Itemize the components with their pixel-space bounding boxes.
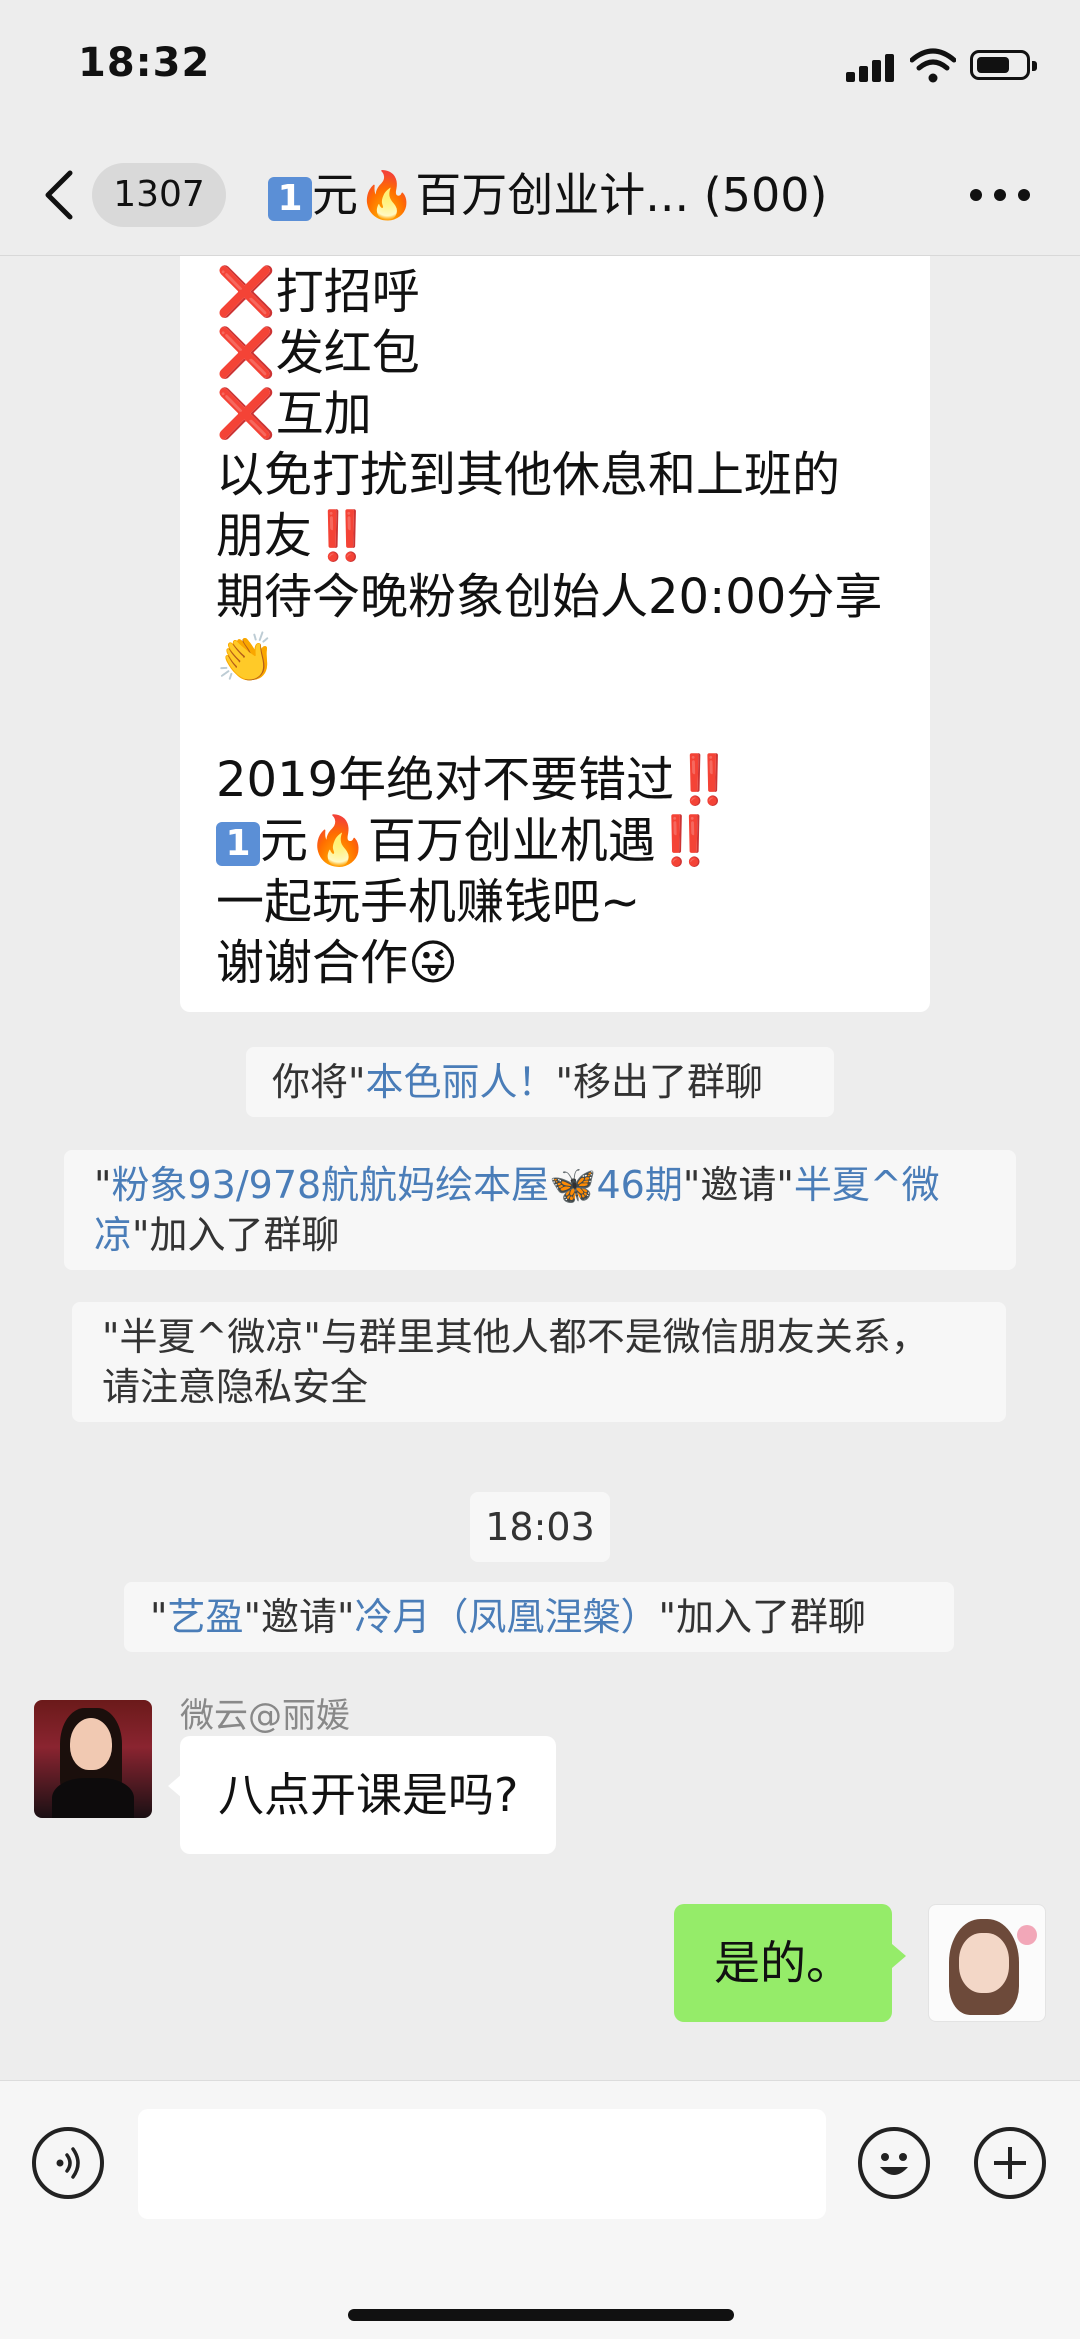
double-exclamation-icon: ‼️: [655, 813, 716, 869]
message-bubble[interactable]: ❌打招呼 ❌发红包 ❌互加 以免打扰到其他休息和上班的 朋友‼️ 期待今晚粉象创…: [180, 256, 930, 1012]
member-name-link[interactable]: 粉象93/978航航妈绘本屋🦋46期: [111, 1163, 682, 1207]
fire-icon: 🔥: [358, 168, 416, 222]
message-text: ❌打招呼 ❌发红包 ❌互加 以免打扰到其他休息和上班的 朋友‼️ 期待今晚粉象创…: [216, 264, 883, 991]
battery-icon: [970, 50, 1037, 80]
incoming-message[interactable]: 八点开课是吗?: [180, 1736, 557, 1854]
fire-icon: 🔥: [308, 813, 368, 869]
bubble-tail: [892, 1944, 906, 1968]
my-avatar[interactable]: [928, 1904, 1046, 2022]
time-divider: 18:03: [470, 1492, 610, 1562]
sender-avatar[interactable]: [34, 1700, 152, 1818]
wifi-icon: [910, 48, 956, 83]
double-exclamation-icon: ‼️: [674, 752, 734, 808]
input-bar: [0, 2080, 1080, 2339]
chat-area[interactable]: ❌打招呼 ❌发红包 ❌互加 以免打扰到其他休息和上班的 朋友‼️ 期待今晚粉象创…: [0, 256, 1080, 2080]
double-exclamation-icon: ‼️: [312, 508, 372, 564]
unread-count-badge[interactable]: 1307: [92, 163, 226, 227]
voice-icon[interactable]: [32, 2127, 104, 2199]
outgoing-message[interactable]: 是的。: [674, 1904, 892, 2022]
member-name-link[interactable]: 本色丽人！: [365, 1060, 555, 1104]
plus-icon[interactable]: [974, 2127, 1046, 2199]
keycap-one-icon: 1: [216, 822, 260, 866]
home-indicator[interactable]: [348, 2309, 734, 2321]
system-notice: 你将"本色丽人！"移出了群聊: [246, 1047, 834, 1117]
system-notice: "粉象93/978航航妈绘本屋🦋46期"邀请"半夏^微 凉"加入了群聊: [64, 1150, 1016, 1270]
back-chevron-icon[interactable]: [40, 165, 80, 225]
status-time: 18:32: [78, 40, 211, 86]
system-notice: "艺盈"邀请"冷月（凤凰涅槃）"加入了群聊: [124, 1582, 954, 1652]
status-bar: 18:32: [0, 0, 1080, 135]
clapping-hands-icon: 👏: [216, 630, 276, 686]
chat-title[interactable]: 1 元🔥百万创业计... (500): [268, 161, 827, 229]
chat-header: 1307 1 元🔥百万创业计... (500): [0, 135, 1080, 256]
sender-name: 微云@丽媛: [180, 1696, 350, 1736]
butterfly-icon: 🦋: [549, 1163, 597, 1207]
message-input[interactable]: [138, 2109, 826, 2219]
emoji-icon[interactable]: [858, 2127, 930, 2199]
cross-mark-icon: ❌: [216, 264, 276, 320]
member-name-link[interactable]: 冷月（凤凰涅槃）: [354, 1595, 658, 1639]
cross-mark-icon: ❌: [216, 325, 276, 381]
privacy-notice: "半夏^微凉"与群里其他人都不是微信朋友关系， 请注意隐私安全: [72, 1302, 1006, 1422]
keycap-one-icon: 1: [268, 176, 312, 221]
more-icon[interactable]: [970, 185, 1030, 205]
winking-face-icon: 😜: [408, 935, 459, 991]
cross-mark-icon: ❌: [216, 386, 276, 442]
signal-icon: [846, 52, 900, 82]
member-name-link[interactable]: 艺盈: [167, 1595, 243, 1639]
